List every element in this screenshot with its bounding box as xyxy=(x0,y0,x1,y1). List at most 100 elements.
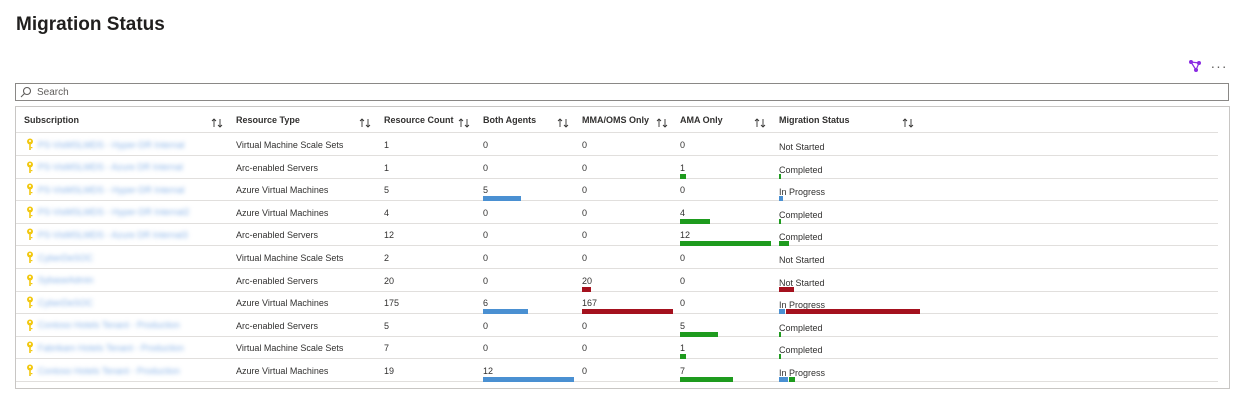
grid-header: Subscription Resource Type Resource Coun… xyxy=(16,107,1218,133)
mma-only-cell: 0 xyxy=(582,253,588,263)
header-resource-count[interactable]: Resource Count xyxy=(384,107,454,133)
table-row[interactable]: Contoso Hotels Tenant - Production Azure … xyxy=(16,360,1218,382)
subscription-cell[interactable]: PS-VisMSLMDS - Hyper-DR Internal2 xyxy=(26,206,189,219)
sort-icon[interactable] xyxy=(211,115,223,128)
mma-only-cell: 0 xyxy=(582,207,588,218)
table-row[interactable]: PS-VisMSLMDS - Hyper-DR Internal2 Azure V… xyxy=(16,202,1218,224)
subscription-link[interactable]: PS-VisMSLMDS - Hyper-DR Internal xyxy=(38,140,184,150)
ama-only-bar xyxy=(680,218,710,224)
key-icon xyxy=(26,364,34,377)
both-agents-cell: 0 xyxy=(483,343,489,354)
table-row[interactable]: Contoso Hotels Tenant - Production Arc-en… xyxy=(16,315,1218,337)
table-row[interactable]: CyberDeSOC Virtual Machine Scale Sets 2 0 0 0… xyxy=(16,247,1218,269)
ama-only-cell: 4 xyxy=(680,207,686,218)
share-icon[interactable] xyxy=(1187,58,1203,74)
mma-only-bar xyxy=(582,286,591,292)
subscription-cell[interactable]: Fabrikam Hotels Tenant - Production xyxy=(26,341,184,354)
resource-type-cell: Virtual Machine Scale Sets xyxy=(236,343,344,354)
header-mma-oms-only[interactable]: MMA/OMS Only xyxy=(582,107,649,133)
table-row[interactable]: CyberDeSOC Azure Virtual Machines 175 6 167 0… xyxy=(16,292,1218,315)
table-row[interactable]: PS-VisMSLMDS - Azure DR Internal3 Arc-ena… xyxy=(16,224,1218,247)
resource-type-cell: Arc-enabled Servers xyxy=(236,320,319,331)
migration-status-cell: Completed xyxy=(779,322,823,333)
both-agents-bar xyxy=(483,309,528,315)
subscription-link[interactable]: CyberDeSOC xyxy=(38,298,93,308)
mma-only-cell: 20 xyxy=(582,275,593,286)
subscription-cell[interactable]: CyberDeSOC xyxy=(26,251,93,264)
subscription-link[interactable]: CyberDeSOC xyxy=(38,253,93,263)
resource-type-cell: Virtual Machine Scale Sets xyxy=(236,140,344,150)
sort-icon[interactable] xyxy=(754,115,766,128)
status-bar-ama xyxy=(779,241,789,247)
subscription-cell[interactable]: Contoso Hotels Tenant - Production xyxy=(26,364,180,377)
subscription-link[interactable]: PS-VisMSLMDS - Hyper-DR Internal xyxy=(38,185,184,195)
ama-only-bar xyxy=(680,354,686,360)
ama-only-bar xyxy=(680,377,733,382)
table-row[interactable]: SybaseAdmin Arc-enabled Servers 20 0 20 0 Not … xyxy=(16,270,1218,292)
resource-type-cell: Virtual Machine Scale Sets xyxy=(236,253,344,263)
key-icon xyxy=(26,251,34,264)
search-box[interactable] xyxy=(15,83,1229,101)
key-icon xyxy=(26,138,34,151)
subscription-cell[interactable]: SybaseAdmin xyxy=(26,274,94,287)
table-row[interactable]: PS-VisMSLMDS - Hyper-DR Internal Azure Vi… xyxy=(16,179,1218,202)
subscription-link[interactable]: Contoso Hotels Tenant - Production xyxy=(38,320,180,330)
resource-type-cell: Azure Virtual Machines xyxy=(236,366,329,376)
table-row[interactable]: PS-VisMSLMDS - Azure DR Internal Arc-enab… xyxy=(16,157,1218,179)
both-agents-cell: 0 xyxy=(483,230,489,241)
resource-type-cell: Arc-enabled Servers xyxy=(236,275,319,286)
subscription-link[interactable]: Fabrikam Hotels Tenant - Production xyxy=(38,343,184,353)
both-agents-cell: 6 xyxy=(483,298,489,309)
table-row[interactable]: Fabrikam Hotels Tenant - Production Virtu… xyxy=(16,337,1218,360)
subscription-cell[interactable]: CyberDeSOC xyxy=(26,296,93,309)
key-icon xyxy=(26,161,34,174)
sort-icon[interactable] xyxy=(458,115,470,128)
status-bar-both xyxy=(779,377,788,382)
status-bar-ama xyxy=(779,218,781,224)
subscription-cell[interactable]: PS-VisMSLMDS - Hyper-DR Internal xyxy=(26,138,184,151)
header-resource-type[interactable]: Resource Type xyxy=(236,107,300,133)
subscription-cell[interactable]: PS-VisMSLMDS - Hyper-DR Internal xyxy=(26,183,184,196)
subscription-link[interactable]: PS-VisMSLMDS - Azure DR Internal xyxy=(38,162,183,172)
sort-icon[interactable] xyxy=(656,115,668,128)
key-icon xyxy=(26,341,34,354)
subscription-link[interactable]: SybaseAdmin xyxy=(38,275,94,285)
ama-only-cell: 5 xyxy=(680,320,686,331)
sort-icon[interactable] xyxy=(902,115,914,128)
search-input[interactable] xyxy=(37,86,1217,98)
subscription-cell[interactable]: Contoso Hotels Tenant - Production xyxy=(26,319,180,332)
mma-only-cell: 0 xyxy=(582,366,588,376)
key-icon xyxy=(26,183,34,196)
header-migration-status[interactable]: Migration Status xyxy=(779,107,850,133)
status-bar-ama xyxy=(779,173,781,179)
ama-only-cell: 12 xyxy=(680,230,691,241)
status-bar-ama xyxy=(779,331,781,337)
subscription-link[interactable]: PS-VisMSLMDS - Azure DR Internal3 xyxy=(38,230,188,240)
subscription-cell[interactable]: PS-VisMSLMDS - Azure DR Internal xyxy=(26,161,183,174)
ama-only-cell: 7 xyxy=(680,366,686,376)
migration-status-cell: Not Started xyxy=(779,142,825,152)
sort-icon[interactable] xyxy=(557,115,569,128)
mma-only-cell: 0 xyxy=(582,343,588,354)
subscription-link[interactable]: Contoso Hotels Tenant - Production xyxy=(38,366,180,376)
sort-icon[interactable] xyxy=(359,115,371,128)
both-agents-cell: 0 xyxy=(483,207,489,218)
both-agents-cell: 0 xyxy=(483,162,489,173)
both-agents-cell: 12 xyxy=(483,366,494,376)
mma-only-cell: 0 xyxy=(582,162,588,173)
key-icon xyxy=(26,228,34,241)
both-agents-bar xyxy=(483,377,574,382)
mma-only-cell: 0 xyxy=(582,185,588,196)
table-row[interactable]: PS-VisMSLMDS - Hyper-DR Internal Virtual … xyxy=(16,134,1218,156)
subscription-cell[interactable]: PS-VisMSLMDS - Azure DR Internal3 xyxy=(26,228,188,241)
subscription-link[interactable]: PS-VisMSLMDS - Hyper-DR Internal2 xyxy=(38,207,189,217)
header-subscription[interactable]: Subscription xyxy=(24,107,79,133)
key-icon xyxy=(26,319,34,332)
header-both-agents[interactable]: Both Agents xyxy=(483,107,536,133)
both-agents-cell: 5 xyxy=(483,185,489,196)
mma-only-cell: 0 xyxy=(582,140,588,150)
header-ama-only[interactable]: AMA Only xyxy=(680,107,723,133)
more-icon[interactable]: ··· xyxy=(1211,58,1227,74)
both-agents-cell: 0 xyxy=(483,253,489,263)
migration-status-cell: Completed xyxy=(779,164,823,175)
